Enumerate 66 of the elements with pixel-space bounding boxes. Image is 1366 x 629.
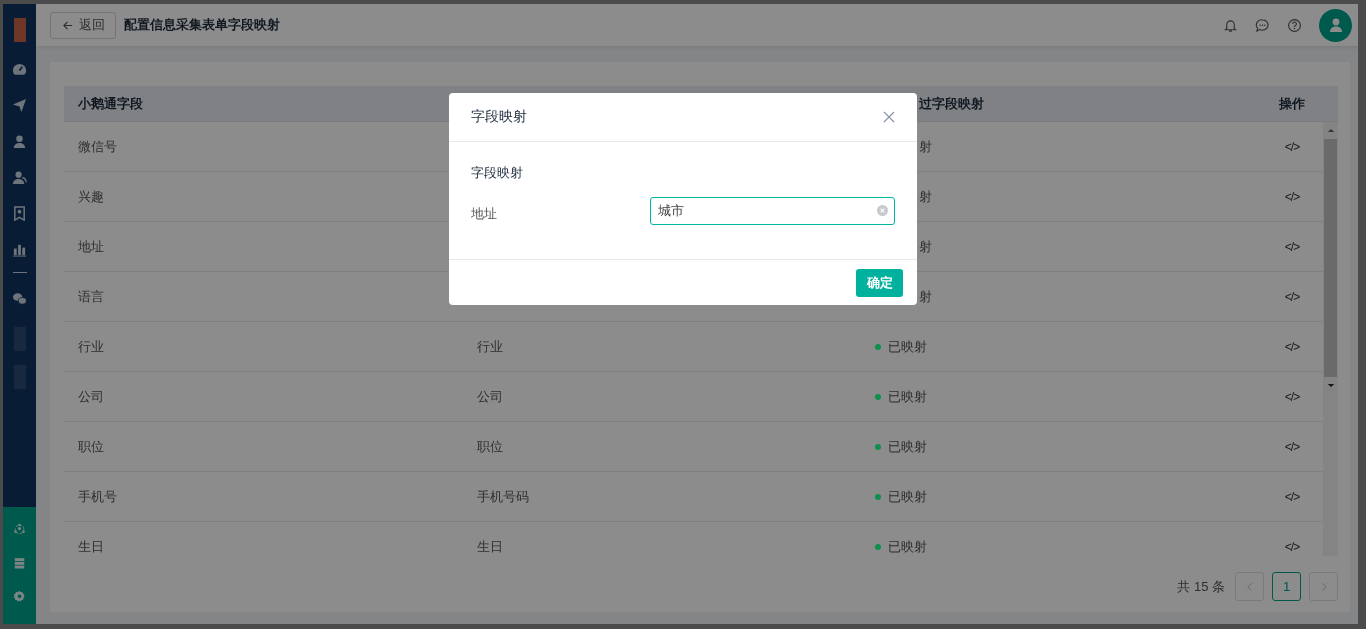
status-label: 射 <box>919 287 932 306</box>
scrollbar[interactable] <box>1323 122 1338 556</box>
input-field[interactable]: 城市 <box>650 197 895 225</box>
page-title: 配置信息采集表单字段映射 <box>124 16 280 34</box>
status-label: 射 <box>919 187 932 206</box>
column-header: 过字段映射 <box>918 94 985 113</box>
server-icon[interactable] <box>12 556 27 570</box>
bar-chart-icon[interactable] <box>12 242 27 257</box>
code-link[interactable]: </> <box>1284 440 1300 454</box>
scrollbar-thumb[interactable] <box>1324 139 1337 377</box>
people-icon[interactable] <box>12 170 27 185</box>
table-cell-text: 生日 <box>77 537 105 556</box>
table-cell-text: 行业 <box>77 337 105 356</box>
code-link[interactable]: </> <box>1284 140 1300 154</box>
status-label: 射 <box>919 137 932 156</box>
status-label: 已映射 <box>875 537 927 556</box>
table-cell: 职位 <box>477 438 503 454</box>
back-button[interactable]: 返回 <box>50 11 116 39</box>
chat-bubbles-icon[interactable] <box>12 291 27 306</box>
bell-icon[interactable] <box>1223 17 1238 33</box>
status-label: 已映射 <box>875 437 927 456</box>
code-link[interactable]: </> <box>1284 240 1300 254</box>
scroll-down-icon[interactable] <box>1326 383 1335 388</box>
table-cell: 生日 <box>477 538 503 554</box>
chevron-left-icon <box>1246 581 1253 592</box>
status-label: 已映射 <box>875 387 927 406</box>
code-link[interactable]: </> <box>1284 390 1300 404</box>
table-cell-text: 手机号 <box>77 487 118 506</box>
field-label: 地址 <box>471 205 498 223</box>
column-header: 操作 <box>1278 94 1306 113</box>
close-icon[interactable] <box>883 111 895 123</box>
section-label: 字段映射 <box>471 164 524 182</box>
code-link[interactable]: </> <box>1284 340 1300 354</box>
table-cell-text: 兴趣 <box>77 187 105 206</box>
status-label: 已映射 <box>875 487 927 506</box>
send-icon[interactable] <box>12 98 27 113</box>
dashboard-icon[interactable] <box>12 62 27 77</box>
settings-icon[interactable] <box>12 590 27 603</box>
code-link[interactable]: </> <box>1284 490 1300 504</box>
code-link[interactable]: </> <box>1284 290 1300 304</box>
network-icon[interactable] <box>12 523 27 536</box>
table-cell: 行业 <box>477 338 503 354</box>
help-icon[interactable] <box>1287 17 1302 33</box>
avatar[interactable] <box>1319 8 1352 42</box>
chevron-right-icon <box>1320 581 1327 592</box>
code-link[interactable]: </> <box>1284 190 1300 204</box>
table-cell-text: 地址 <box>77 237 105 256</box>
badge-icon[interactable] <box>12 206 27 221</box>
logo-icon <box>13 18 26 42</box>
chat-icon[interactable] <box>1255 17 1270 33</box>
table-cell-text: 职位 <box>77 437 105 456</box>
arrow-left-icon <box>61 19 73 31</box>
status-label: 已映射 <box>875 337 927 356</box>
total-count: 共 15 条 <box>1177 577 1225 596</box>
table-cell-text: 微信号 <box>77 137 118 156</box>
table-cell: 手机号码 <box>477 488 529 504</box>
confirm-button[interactable]: 确定 <box>856 268 903 297</box>
code-link[interactable]: </> <box>1284 540 1300 554</box>
status-label: 射 <box>919 237 932 256</box>
table-cell: 公司 <box>477 388 503 404</box>
dialog-title: 字段映射 <box>471 108 527 126</box>
person-icon[interactable] <box>12 134 27 149</box>
table-cell-text: 语言 <box>77 287 105 306</box>
scroll-up-icon[interactable] <box>1326 128 1335 133</box>
column-header: 小鹅通字段 <box>77 94 144 113</box>
table-cell-text: 公司 <box>77 387 105 406</box>
